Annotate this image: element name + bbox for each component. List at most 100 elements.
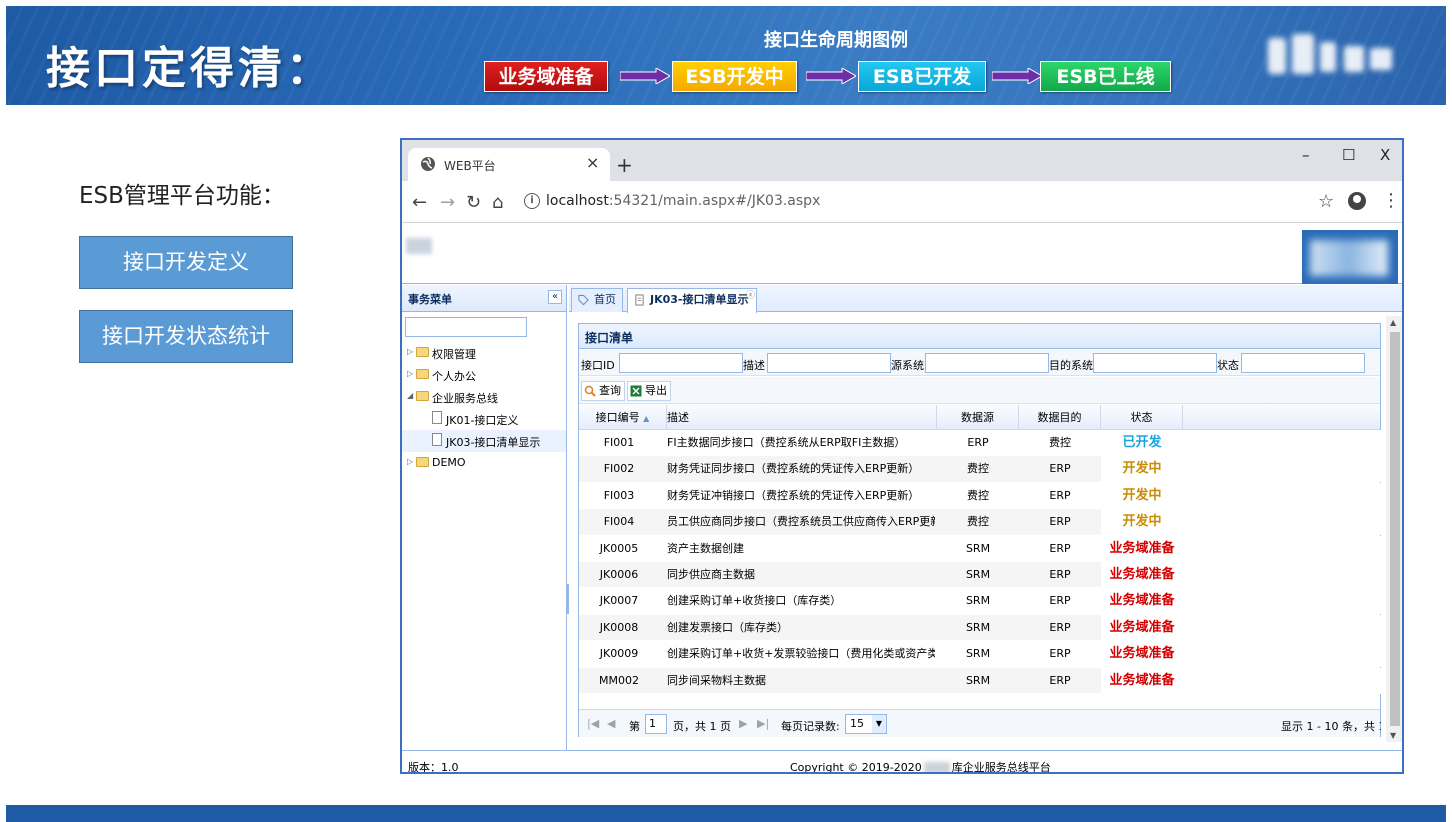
excel-icon — [630, 385, 642, 397]
table-row[interactable]: JK0005 资产主数据创建 SRM ERP 业务域准备 — [579, 535, 1382, 562]
table-row[interactable]: MM002 同步间采物料主数据 SRM ERP 业务域准备 — [579, 667, 1382, 694]
filter-status-input[interactable] — [1241, 353, 1365, 373]
browser-tab-title: WEB平台 — [444, 159, 496, 173]
window-close-icon[interactable]: X — [1380, 146, 1390, 164]
grid-empty-area — [1183, 456, 1382, 483]
table-row[interactable]: JK0009 创建采购订单+收货+发票较验接口（费用化类或资产类） SRM ERP 业务… — [579, 641, 1382, 668]
folder-icon — [416, 457, 429, 467]
last-page-icon[interactable]: ▶| — [757, 717, 769, 730]
page-number-input[interactable]: 1 — [645, 714, 667, 734]
panel-title: 接口清单 — [585, 331, 634, 345]
tree-node[interactable]: ▷ 个人办公 — [402, 364, 566, 386]
more-menu-icon[interactable]: ⋮ — [1382, 190, 1400, 211]
column-header-id[interactable]: 接口编号 ▲ — [579, 405, 667, 430]
grid-toolbar: 查询 导出 — [579, 377, 1380, 404]
scroll-down-icon[interactable]: ▼ — [1390, 731, 1396, 740]
filter-dst-input[interactable] — [1093, 353, 1217, 373]
tab-jk03[interactable]: JK03-接口清单显示 ⓧ — [627, 288, 757, 313]
tab-home[interactable]: 首页 — [571, 288, 623, 312]
table-row[interactable]: FI002 财务凭证同步接口（费控系统的凭证传入ERP更新） 费控 ERP 开发中 — [579, 456, 1382, 483]
filter-id-input[interactable] — [619, 353, 743, 373]
column-header-src[interactable]: 数据源 — [937, 405, 1019, 430]
chevron-down-icon: ▼ — [872, 715, 886, 733]
home-icon[interactable]: ⌂ — [492, 192, 503, 213]
table-row[interactable]: FI003 财务凭证冲销接口（费控系统的凭证传入ERP更新） 费控 ERP 开发中 — [579, 482, 1382, 510]
arrow-right-icon — [620, 68, 670, 84]
address-bar[interactable]: localhost:54321/main.aspx#/JK03.aspx — [546, 193, 820, 209]
cell-description: 财务凭证冲销接口（费控系统的凭证传入ERP更新） — [667, 488, 920, 502]
app-header — [402, 224, 1402, 284]
tree-node-label: 企业服务总线 — [432, 392, 498, 405]
web-page: 事务菜单 « ▷ 权限管理 ▷ 个人办公 ◢ 企业服务总线 JK01-接口定义 JK03-接口… — [402, 224, 1402, 774]
prev-page-icon[interactable]: ◀ — [607, 717, 615, 730]
maximize-icon[interactable]: ☐ — [1342, 146, 1355, 164]
cell-status: 业务域准备 — [1101, 588, 1183, 615]
table-row[interactable]: JK0008 创建发票接口（库存类） SRM ERP 业务域准备 — [579, 614, 1382, 642]
cell-status: 开发中 — [1101, 456, 1183, 483]
forward-arrow-icon[interactable]: → — [440, 192, 455, 213]
expanded-arrow-icon[interactable]: ◢ — [407, 391, 413, 400]
scrollbar-thumb[interactable] — [1390, 332, 1400, 726]
table-row[interactable]: JK0007 创建采购订单+收货接口（库存类） SRM ERP 业务域准备 — [579, 588, 1382, 615]
export-button[interactable]: 导出 — [627, 381, 671, 401]
collapsed-arrow-icon[interactable]: ▷ — [407, 347, 413, 356]
collapsed-arrow-icon[interactable]: ▷ — [407, 369, 413, 378]
close-tab-icon[interactable]: × — [586, 153, 599, 172]
account-icon[interactable] — [1348, 192, 1366, 210]
vertical-scrollbar[interactable]: ▲ ▼ — [1386, 316, 1402, 742]
table-row[interactable]: JK0006 同步供应商主数据 SRM ERP 业务域准备 — [579, 561, 1382, 589]
page-size-select[interactable]: 15 ▼ — [845, 714, 887, 734]
column-header-status[interactable]: 状态 — [1101, 405, 1183, 430]
globe-icon — [421, 157, 435, 171]
browser-tab[interactable]: WEB平台 × — [408, 148, 610, 181]
cell-interface-id: JK0007 — [599, 594, 639, 608]
tree-node[interactable]: ▷ DEMO — [402, 452, 566, 474]
browser-window: WEB平台 × + – ☐ X ← → ↻ ⌂ i localhost:5432… — [400, 138, 1404, 774]
interface-definition-button[interactable]: 接口开发定义 — [79, 236, 293, 289]
side-menu-header: 事务菜单 « — [402, 285, 566, 312]
column-header-desc[interactable]: 描述 — [667, 405, 937, 430]
cell-description: 员工供应商同步接口（费控系统员工供应商传入ERP更新） — [667, 515, 935, 529]
folder-icon — [416, 369, 429, 379]
panel-header: 接口清单 — [579, 324, 1380, 349]
reload-icon[interactable]: ↻ — [466, 192, 481, 213]
minimize-icon[interactable]: – — [1302, 146, 1310, 164]
tree-node[interactable]: JK03-接口清单显示 — [402, 430, 566, 452]
collapsed-arrow-icon[interactable]: ▷ — [407, 457, 413, 466]
menu-search-input[interactable] — [405, 317, 527, 337]
arrow-right-icon — [806, 68, 856, 84]
tree-node[interactable]: ▷ 权限管理 — [402, 342, 566, 364]
next-page-icon[interactable]: ▶ — [739, 717, 747, 730]
table-row[interactable]: FI001 FI主数据同步接口（费控系统从ERP取FI主数据） ERP 费控 已开发 — [579, 430, 1382, 457]
filter-desc-input[interactable] — [767, 353, 891, 373]
collapse-panel-icon[interactable]: « — [548, 290, 562, 304]
browser-toolbar: ← → ↻ ⌂ i localhost:54321/main.aspx#/JK0… — [402, 181, 1402, 223]
new-tab-icon[interactable]: + — [616, 153, 633, 177]
grid-empty-area — [1183, 588, 1382, 615]
per-page-label: 每页记录数: — [781, 720, 840, 733]
close-tab-icon[interactable]: ⓧ — [746, 285, 755, 307]
back-arrow-icon[interactable]: ← — [412, 192, 427, 213]
scroll-up-icon[interactable]: ▲ — [1390, 318, 1396, 327]
tree-node[interactable]: JK01-接口定义 — [402, 408, 566, 430]
tree-node[interactable]: ◢ 企业服务总线 — [402, 386, 566, 408]
tree-node-label: JK01-接口定义 — [446, 414, 519, 427]
grid-empty-area — [1183, 561, 1382, 588]
tree-node-label: JK03-接口清单显示 — [446, 436, 541, 449]
cell-status: 业务域准备 — [1101, 535, 1183, 562]
column-header-dst[interactable]: 数据目的 — [1019, 405, 1101, 430]
version-label: 版本：1.0 — [408, 761, 459, 774]
bookmark-star-icon[interactable]: ☆ — [1318, 191, 1334, 212]
filter-label-dst: 目的系统 — [1049, 359, 1093, 372]
slide-title: 接口定得清： — [46, 43, 334, 94]
query-button[interactable]: 查询 — [581, 381, 625, 401]
table-row[interactable]: FI004 员工供应商同步接口（费控系统员工供应商传入ERP更新） 费控 ERP 开发中 — [579, 509, 1382, 536]
cell-data-target: ERP — [1049, 594, 1071, 608]
first-page-icon[interactable]: |◀ — [587, 717, 599, 730]
cell-data-target: ERP — [1049, 462, 1071, 476]
cell-interface-id: FI002 — [603, 462, 635, 476]
filter-src-input[interactable] — [925, 353, 1049, 373]
info-icon[interactable]: i — [524, 193, 540, 209]
copyright-suffix: 库企业服务总线平台 — [951, 761, 1051, 774]
interface-status-stats-button[interactable]: 接口开发状态统计 — [79, 310, 293, 363]
